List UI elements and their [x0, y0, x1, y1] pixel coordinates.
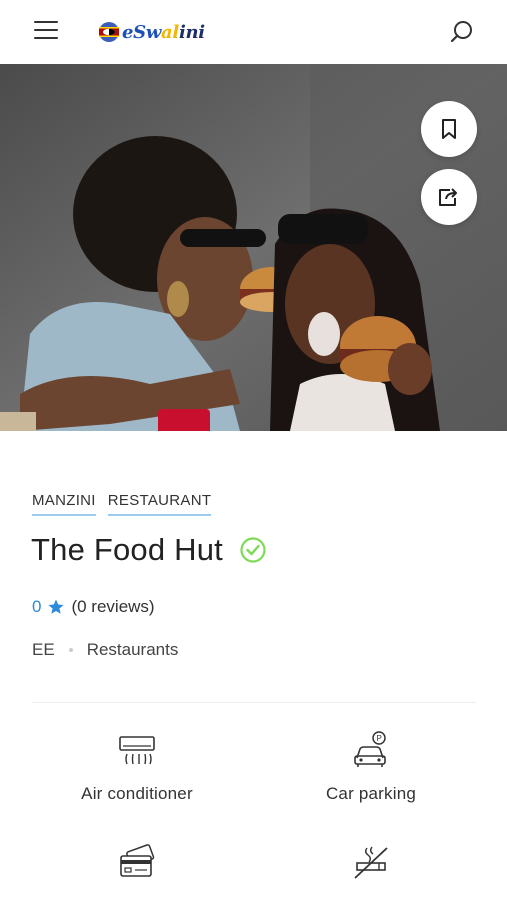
- amenity-label: Air conditioner: [81, 784, 193, 803]
- top-bar: eSwalini: [0, 0, 507, 64]
- air-conditioner-icon: [119, 736, 155, 765]
- amenity-car-parking: P Car parking: [271, 730, 471, 804]
- listing-title: The Food Hut: [31, 532, 223, 567]
- amenity-air-conditioner: Air conditioner: [37, 730, 237, 804]
- price-level: EE: [32, 640, 55, 659]
- reviews-count: (0 reviews): [71, 597, 155, 616]
- rating[interactable]: 0 (0 reviews): [32, 597, 155, 617]
- brand-logo-text: eSwalini: [122, 21, 205, 43]
- listing-tags: MANZINI RESTAURANT: [32, 492, 212, 516]
- credit-card-icon: [120, 844, 155, 877]
- bookmark-icon: [442, 119, 456, 139]
- search-icon[interactable]: [449, 19, 475, 45]
- swaziland-flag-logo-icon: [99, 22, 119, 42]
- bookmark-button[interactable]: [421, 101, 477, 157]
- car-parking-icon: P: [354, 731, 386, 767]
- brand-logo[interactable]: eSwalini: [98, 18, 205, 46]
- share-icon: [439, 188, 457, 206]
- hero-image: [0, 64, 507, 431]
- no-smoking-icon: [354, 846, 388, 879]
- verified-check-icon: [240, 537, 266, 563]
- tag-location[interactable]: MANZINI: [32, 492, 96, 516]
- tag-category[interactable]: RESTAURANT: [107, 492, 212, 516]
- section-divider: [32, 702, 476, 703]
- share-button[interactable]: [421, 169, 477, 225]
- title-row: The Food Hut: [31, 532, 267, 568]
- amenity-label: Car parking: [325, 784, 417, 803]
- category-label: Restaurants: [86, 640, 179, 659]
- star-icon: [48, 599, 64, 614]
- rating-value: 0: [32, 597, 42, 616]
- hamburger-menu-icon[interactable]: [34, 21, 58, 41]
- svg-text:P: P: [377, 734, 382, 743]
- meta-separator: [68, 648, 73, 652]
- amenity-credit-card: [37, 842, 237, 896]
- amenity-no-smoking: [271, 842, 471, 896]
- listing-meta: EE Restaurants: [32, 640, 178, 660]
